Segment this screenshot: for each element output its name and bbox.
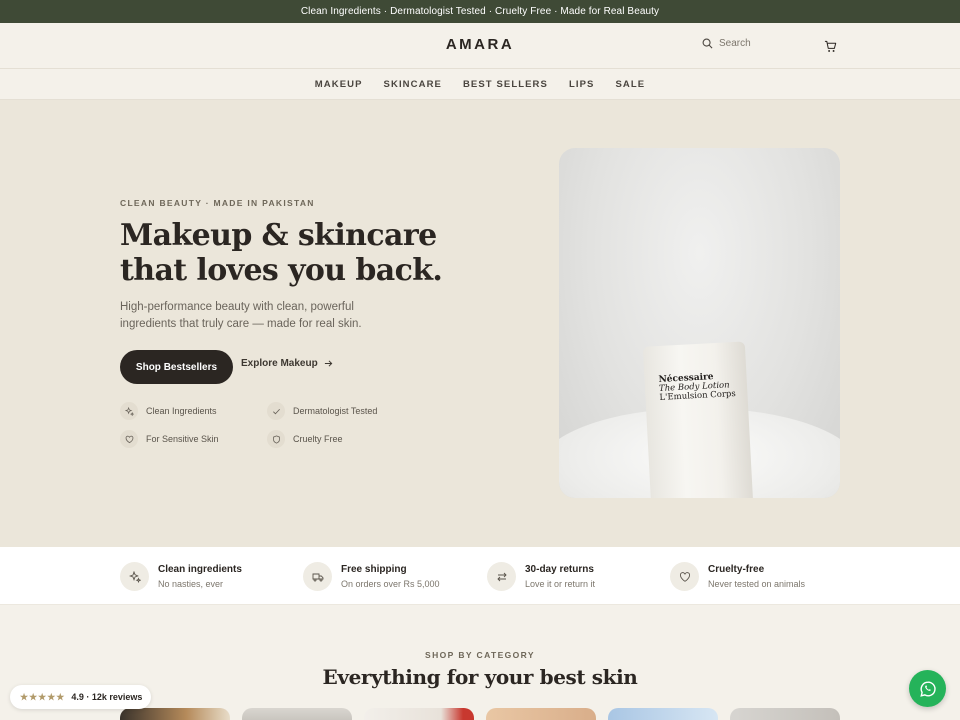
site-header: AMARA Search xyxy=(0,23,960,69)
nav-item-skincare[interactable]: SKINCARE xyxy=(384,79,442,90)
nav-item-makeup[interactable]: MAKEUP xyxy=(315,79,363,90)
nav-item-best-sellers[interactable]: BEST SELLERS xyxy=(463,79,548,90)
hero-subtext: High-performance beauty with clean, powe… xyxy=(120,301,362,330)
cart-icon[interactable] xyxy=(824,40,837,53)
feature-subtitle: Love it or return it xyxy=(525,579,596,589)
feature-title: Free shipping xyxy=(341,564,407,575)
badge-clean-ingredients: Clean Ingredients xyxy=(120,402,217,420)
features-strip: Clean ingredients No nasties, ever Free s… xyxy=(0,547,960,605)
explore-makeup-label: Explore Makeup xyxy=(241,358,318,369)
feature-title: 30-day returns xyxy=(525,564,594,575)
main-nav: MAKEUP SKINCARE BEST SELLERS LIPS SALE xyxy=(0,69,960,100)
heart-icon xyxy=(120,430,138,448)
arrow-right-icon xyxy=(324,360,333,367)
feature-free-shipping: Free shipping On orders over Rs 5,000 xyxy=(303,562,440,591)
feature-clean-ingredients: Clean ingredients No nasties, ever xyxy=(120,562,242,591)
shop-bestsellers-button[interactable]: Shop Bestsellers xyxy=(120,350,233,384)
category-card-makeup[interactable] xyxy=(120,708,230,720)
search-placeholder: Search xyxy=(719,38,751,49)
exchange-icon xyxy=(487,562,516,591)
product-line2: L'Emulsion Corps xyxy=(659,388,737,403)
lotion-tube: Nécessaire The Body Lotion L'Emulsion Co… xyxy=(642,341,754,498)
sparkle-icon xyxy=(120,402,138,420)
badge-label: Clean Ingredients xyxy=(146,406,217,416)
hero-eyebrow: CLEAN BEAUTY · MADE IN PAKISTAN xyxy=(120,198,315,208)
feature-cruelty-free: Cruelty-free Never tested on animals xyxy=(670,562,805,591)
feature-title: Cruelty-free xyxy=(708,564,765,575)
badge-cruelty-free: Cruelty Free xyxy=(267,430,343,448)
whatsapp-icon xyxy=(919,680,936,697)
category-card-face[interactable] xyxy=(486,708,596,720)
feature-subtitle: No nasties, ever xyxy=(158,579,224,589)
announcement-bar: Clean Ingredients · Dermatologist Tested… xyxy=(0,0,960,23)
check-icon xyxy=(267,402,285,420)
category-card-lips[interactable] xyxy=(364,708,474,720)
truck-icon xyxy=(303,562,332,591)
badge-label: Dermatologist Tested xyxy=(293,406,378,416)
badge-dermatologist-tested: Dermatologist Tested xyxy=(267,402,377,420)
whatsapp-button[interactable] xyxy=(909,670,946,707)
feature-subtitle: Never tested on animals xyxy=(708,579,806,589)
badge-sensitive-skin: For Sensitive Skin xyxy=(120,430,219,448)
reviews-text: 4.9 · 12k reviews xyxy=(71,692,143,702)
shield-icon xyxy=(267,430,285,448)
nav-item-lips[interactable]: LIPS xyxy=(569,79,595,90)
explore-makeup-link[interactable]: Explore Makeup xyxy=(241,358,333,369)
hero-section: CLEAN BEAUTY · MADE IN PAKISTAN Makeup &… xyxy=(0,100,960,547)
badge-label: For Sensitive Skin xyxy=(146,434,219,444)
hero-headline: Makeup & skincare that loves you back. xyxy=(120,218,443,288)
category-card-skincare[interactable] xyxy=(242,708,352,720)
category-card-body[interactable] xyxy=(608,708,718,720)
search-input[interactable]: Search xyxy=(702,38,812,49)
nav-item-sale[interactable]: SALE xyxy=(615,79,645,90)
star-rating-icon: ★★★★★ xyxy=(20,691,66,702)
search-icon xyxy=(702,38,713,49)
feature-title: Clean ingredients xyxy=(158,564,242,575)
tube-label: Nécessaire The Body Lotion L'Emulsion Co… xyxy=(658,372,736,403)
feature-subtitle: On orders over Rs 5,000 xyxy=(341,579,440,589)
hero-product-image: Nécessaire The Body Lotion L'Emulsion Co… xyxy=(559,148,840,498)
reviews-badge[interactable]: ★★★★★ 4.9 · 12k reviews xyxy=(10,685,151,709)
announcement-text: Clean Ingredients · Dermatologist Tested… xyxy=(300,6,660,17)
category-eyebrow: SHOP BY CATEGORY xyxy=(425,650,535,660)
badge-label: Cruelty Free xyxy=(293,434,343,444)
feature-returns: 30-day returns Love it or return it xyxy=(487,562,595,591)
brand-logo[interactable]: AMARA xyxy=(0,36,960,53)
sparkle-icon xyxy=(120,562,149,591)
heart-icon xyxy=(670,562,699,591)
category-card-tools[interactable] xyxy=(730,708,840,720)
